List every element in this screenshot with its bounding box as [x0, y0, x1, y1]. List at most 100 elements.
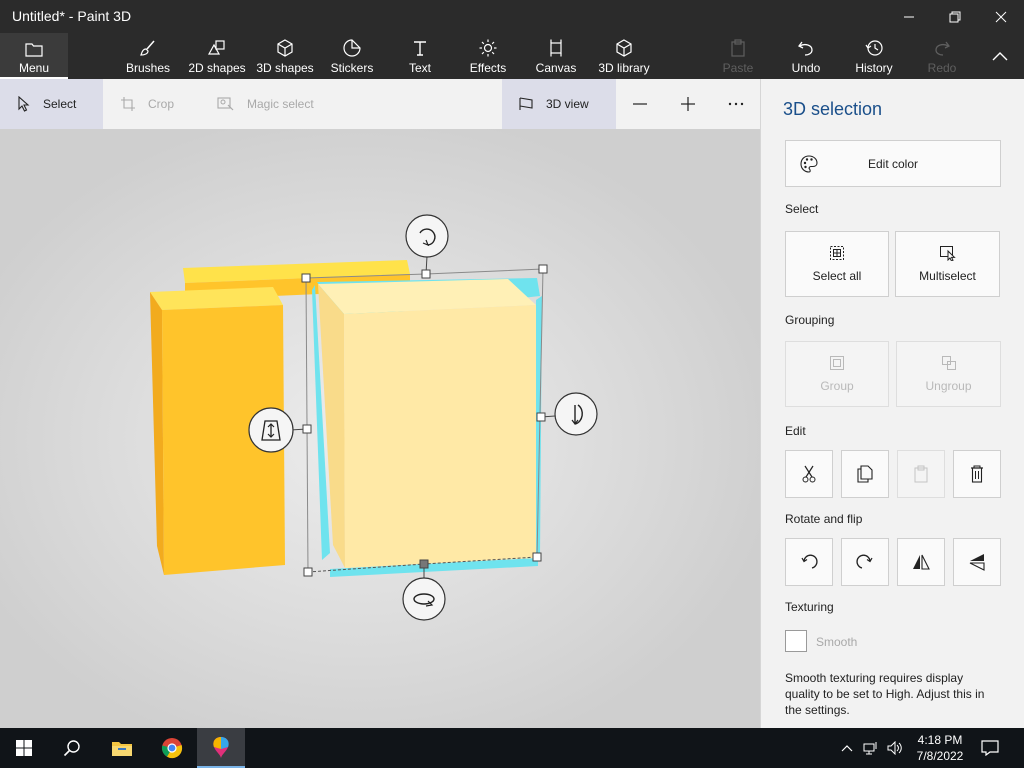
volume-icon — [887, 741, 902, 755]
rotate-flip-heading: Rotate and flip — [785, 512, 863, 526]
notifications-button[interactable] — [968, 728, 1012, 768]
brushes-label: Brushes — [125, 61, 171, 75]
multiselect-button[interactable]: Multiselect — [895, 231, 1000, 297]
paste-icon — [914, 465, 928, 483]
stickers-button[interactable]: Stickers — [326, 33, 378, 79]
select-all-label: Select all — [812, 269, 862, 283]
more-options-button[interactable] — [716, 79, 756, 129]
3d-library-icon — [616, 39, 632, 57]
selected-cream-box[interactable] — [312, 278, 542, 577]
minimize-icon — [904, 16, 914, 17]
minimize-button[interactable] — [886, 0, 932, 33]
folder-icon — [25, 43, 43, 57]
chrome-button[interactable] — [148, 728, 196, 768]
search-icon — [63, 740, 80, 757]
flip-vertical-icon — [969, 554, 985, 571]
more-icon — [728, 102, 744, 106]
2d-shapes-icon — [207, 40, 225, 55]
crop-tool[interactable]: Crop — [120, 79, 174, 129]
smooth-checkbox[interactable] — [785, 630, 807, 652]
3d-view-icon — [519, 97, 533, 110]
rotate-y-handle[interactable] — [554, 392, 598, 436]
file-explorer-button[interactable] — [98, 728, 146, 768]
rotate-z-handle[interactable] — [402, 577, 446, 621]
canvas-label: Canvas — [535, 61, 577, 75]
system-clock[interactable]: 4:18 PM 7/8/2022 — [910, 732, 970, 764]
brushes-button[interactable]: Brushes — [120, 33, 176, 79]
show-hidden-icons-button[interactable] — [836, 728, 858, 768]
paste-icon — [731, 39, 745, 57]
rotate-right-button[interactable] — [841, 538, 889, 586]
menu-label: Menu — [18, 61, 50, 75]
3d-library-button[interactable]: 3D library — [596, 33, 652, 79]
3d-shapes-button[interactable]: 3D shapes — [254, 33, 316, 79]
select-heading: Select — [785, 202, 819, 216]
ungroup-button[interactable]: Ungroup — [896, 341, 1001, 407]
redo-button[interactable]: Redo — [920, 33, 964, 79]
start-button[interactable] — [0, 728, 48, 768]
group-label: Group — [820, 379, 854, 393]
flip-horizontal-button[interactable] — [897, 538, 945, 586]
canvas-button[interactable]: Canvas — [532, 33, 580, 79]
paste-panel-button[interactable] — [897, 450, 945, 498]
network-button[interactable] — [860, 728, 882, 768]
volume-button[interactable] — [884, 728, 906, 768]
redo-label: Redo — [927, 61, 957, 75]
cut-button[interactable] — [785, 450, 833, 498]
flip-vertical-button[interactable] — [953, 538, 1001, 586]
redo-icon — [935, 41, 950, 56]
multiselect-label: Multiselect — [919, 269, 976, 283]
sun-icon — [479, 39, 497, 57]
clock-date: 7/8/2022 — [916, 749, 964, 763]
edit-heading: Edit — [785, 424, 806, 438]
zoom-out-button[interactable] — [620, 79, 660, 129]
depth-push-handle[interactable] — [248, 407, 294, 453]
multiselect-icon — [939, 246, 956, 261]
3d-view-label: 3D view — [546, 97, 589, 111]
rotate-x-handle[interactable] — [405, 214, 449, 258]
select-tool[interactable]: Select — [0, 79, 103, 129]
3d-canvas[interactable] — [0, 129, 760, 728]
edit-color-button[interactable]: Edit color — [785, 140, 1001, 187]
rotate-left-button[interactable] — [785, 538, 833, 586]
3d-shapes-label: 3D shapes — [256, 61, 314, 75]
magic-select-label: Magic select — [247, 97, 314, 111]
smooth-label: Smooth — [816, 635, 858, 649]
plus-icon — [681, 97, 695, 111]
collapse-ribbon-button[interactable] — [980, 33, 1020, 79]
3d-view-toggle[interactable]: 3D view — [502, 79, 616, 129]
select-all-button[interactable]: Select all — [785, 231, 889, 297]
grouping-heading: Grouping — [785, 313, 835, 327]
delete-button[interactable] — [953, 450, 1001, 498]
text-button[interactable]: Text — [396, 33, 444, 79]
scissors-icon — [802, 465, 816, 483]
canvas-icon — [550, 39, 562, 57]
clock-time: 4:18 PM — [917, 733, 963, 747]
menu-button[interactable]: Menu — [0, 33, 68, 79]
paste-button[interactable]: Paste — [716, 33, 760, 79]
network-icon — [863, 742, 877, 755]
chevron-up-icon — [992, 52, 1008, 61]
zoom-in-button[interactable] — [668, 79, 708, 129]
restore-button[interactable] — [932, 0, 978, 33]
flip-horizontal-icon — [913, 554, 930, 570]
2d-shapes-button[interactable]: 2D shapes — [186, 33, 248, 79]
3d-scene — [150, 214, 598, 621]
magic-select-tool[interactable]: Magic select — [217, 79, 314, 129]
group-button[interactable]: Group — [785, 341, 889, 407]
3d-selection-panel: 3D selection Edit color Select Select al… — [760, 79, 1024, 728]
history-button[interactable]: History — [850, 33, 898, 79]
chrome-icon — [161, 738, 183, 759]
search-button[interactable] — [48, 728, 96, 768]
paint-3d-taskbar-button[interactable] — [197, 728, 245, 768]
copy-button[interactable] — [841, 450, 889, 498]
select-all-icon — [830, 246, 844, 260]
file-explorer-icon — [112, 742, 132, 756]
taskbar: 4:18 PM 7/8/2022 — [0, 728, 1024, 768]
close-button[interactable] — [978, 0, 1024, 33]
effects-button[interactable]: Effects — [464, 33, 512, 79]
undo-button[interactable]: Undo — [784, 33, 828, 79]
select-tool-label: Select — [43, 97, 77, 111]
stickers-label: Stickers — [330, 61, 374, 75]
chevron-up-icon — [841, 745, 853, 752]
